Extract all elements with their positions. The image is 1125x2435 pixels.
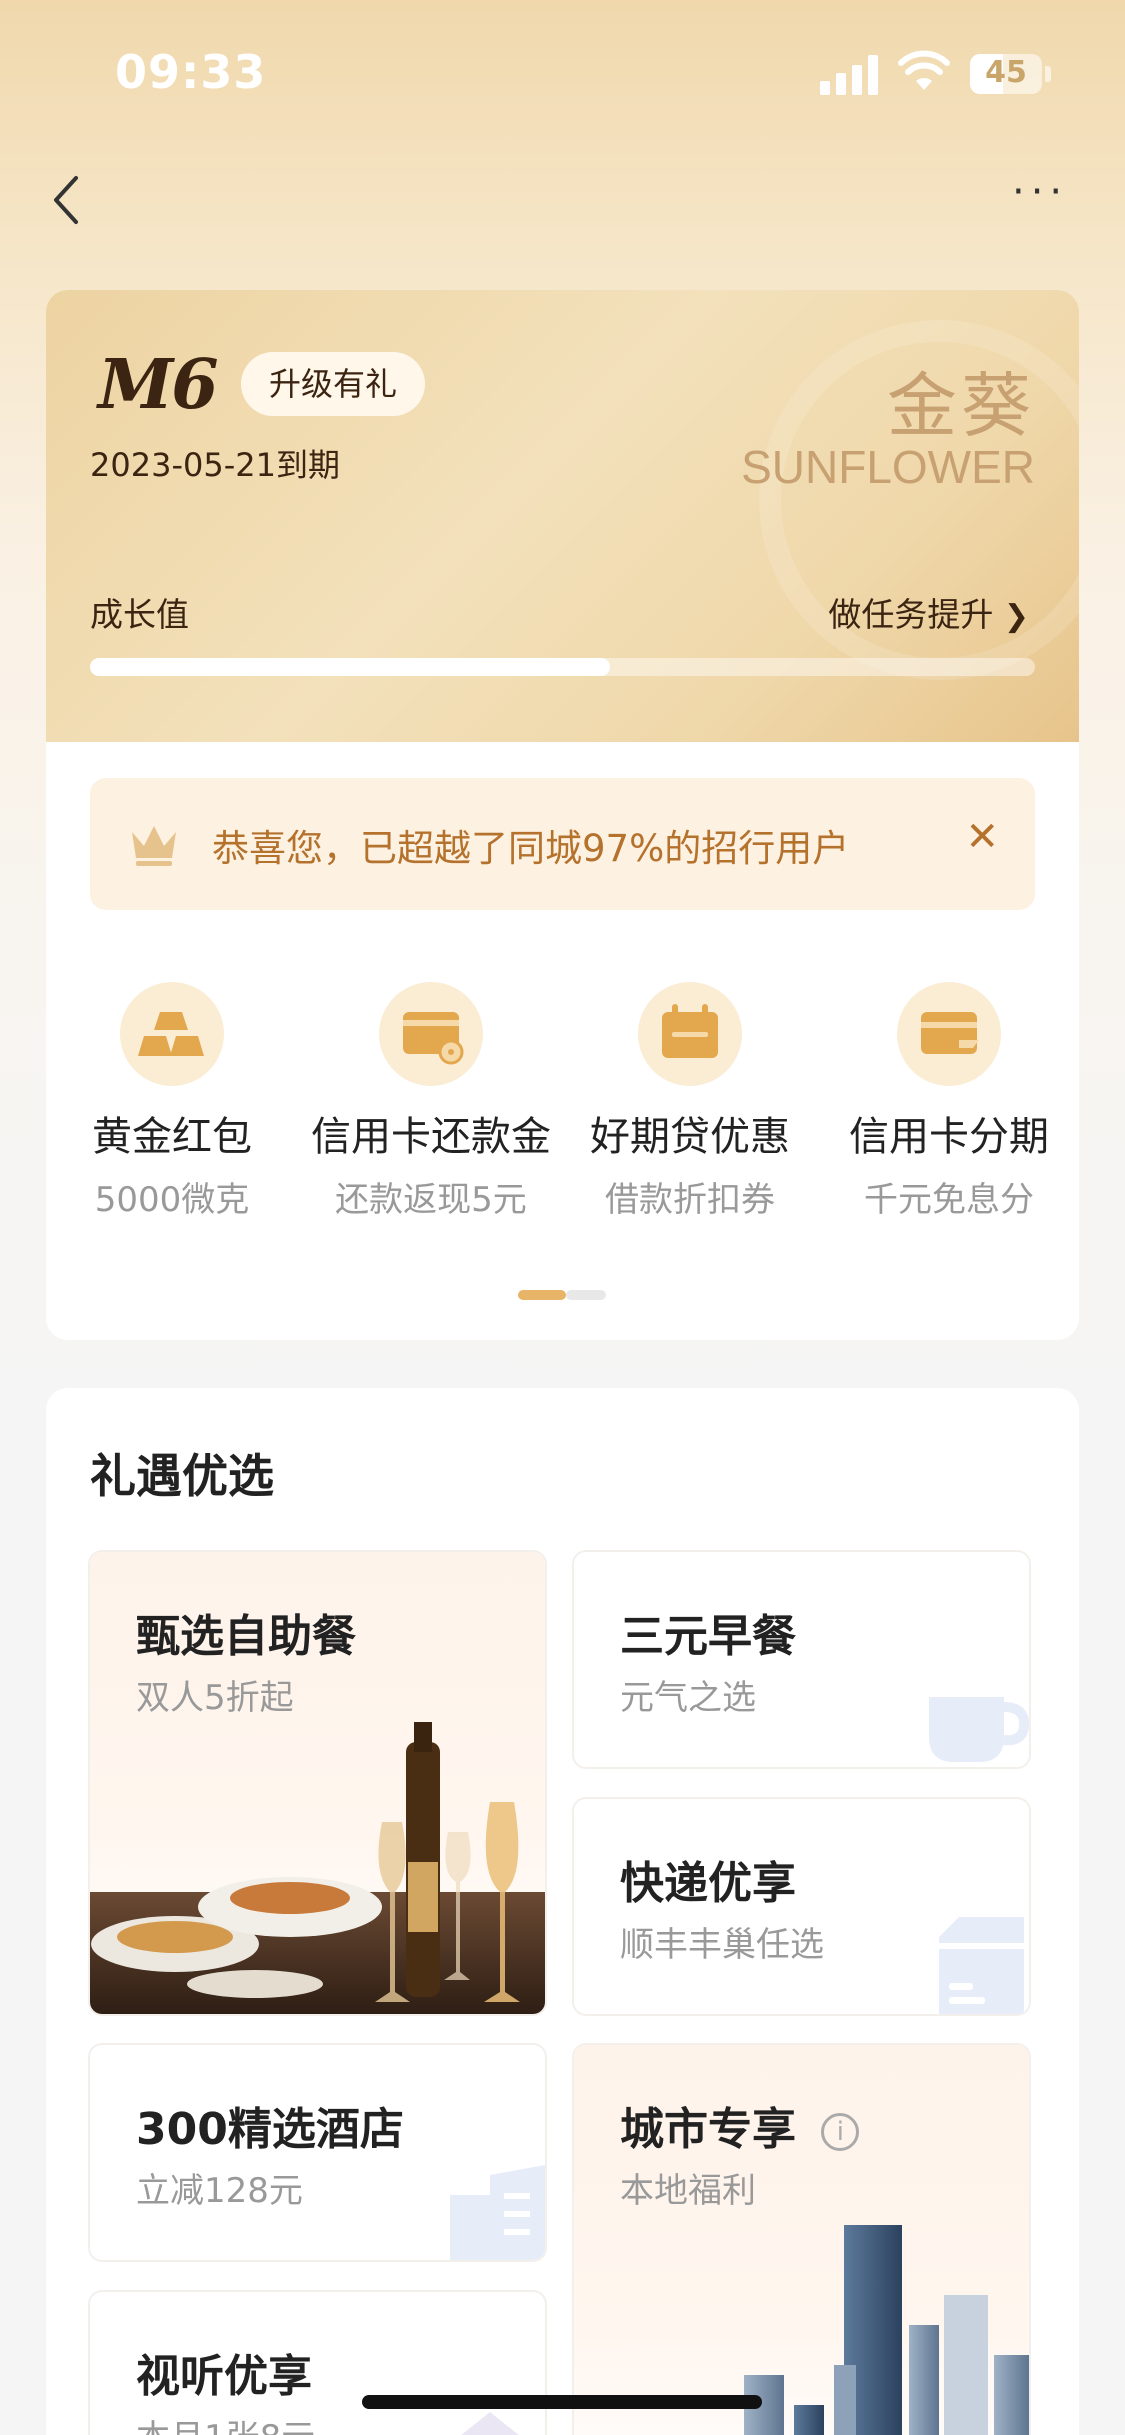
wifi-icon <box>898 50 950 90</box>
battery-level: 45 <box>985 55 1027 90</box>
crown-icon <box>132 826 176 866</box>
growth-progress-bar <box>90 658 1035 676</box>
tile-subtitle: 立减128元 <box>136 2171 303 2211</box>
package-box-icon <box>939 1917 1024 2014</box>
feature-title: 信用卡分期 <box>849 1114 1049 1160</box>
tile-breakfast[interactable]: 三元早餐 元气之选 <box>574 1552 1029 1767</box>
calendar-icon <box>638 982 742 1086</box>
close-icon[interactable]: ✕ <box>965 814 999 860</box>
card-installment-icon <box>897 982 1001 1086</box>
battery-tip <box>1045 66 1051 82</box>
feature-subtitle: 借款折扣券 <box>605 1180 775 1220</box>
status-time: 09:33 <box>115 45 267 99</box>
carousel-indicator <box>518 1290 606 1300</box>
home-indicator <box>362 2395 762 2409</box>
tile-title: 视听优享 <box>136 2351 312 2402</box>
level-badge: M6 <box>98 345 219 425</box>
feature-subtitle: 千元免息分 <box>864 1180 1034 1220</box>
back-arrow-icon[interactable] <box>48 170 88 230</box>
membership-header: M6 升级有礼 2023-05-21到期 金葵 SUNFLOWER 成长值 做任… <box>46 290 1079 742</box>
tile-title: 甄选自助餐 <box>136 1611 356 1662</box>
feature-subtitle: 还款返现5元 <box>335 1180 527 1220</box>
growth-label: 成长值 <box>90 595 189 634</box>
battery-icon: 45 <box>970 54 1042 94</box>
coffee-cup-icon <box>929 1697 1029 1762</box>
tile-av[interactable]: 视听优享 本月1张8元 <box>90 2292 545 2435</box>
rank-notice: 恭喜您，已超越了同城97%的招行用户 ✕ <box>90 778 1035 910</box>
tile-title: 300精选酒店 <box>136 2104 404 2155</box>
tile-city[interactable]: 城市专享 i 本地福利 <box>574 2045 1029 2435</box>
feature-title: 信用卡还款金 <box>311 1114 551 1160</box>
feature-loan-discount[interactable]: 好期贷优惠 借款折扣券 <box>560 982 820 1242</box>
chevron-right-icon: ❯ <box>1003 599 1029 634</box>
feature-title: 黄金红包 <box>92 1114 252 1160</box>
cellular-signal-icon <box>820 55 878 95</box>
do-task-label: 做任务提升 <box>828 595 994 634</box>
tier-name-en: SUNFLOWER <box>741 441 1035 493</box>
upgrade-gift-button[interactable]: 升级有礼 <box>241 352 426 416</box>
feature-gold-red-packet[interactable]: 黄金红包 5000微克 <box>46 982 302 1242</box>
hotel-building-icon <box>450 2165 545 2260</box>
play-icon <box>461 2412 519 2435</box>
tile-title: 快递优享 <box>620 1858 796 1909</box>
tile-express[interactable]: 快递优享 顺丰丰巢任选 <box>574 1799 1029 2014</box>
feature-card-installment[interactable]: 信用卡分期 千元免息分 <box>819 982 1079 1242</box>
city-skyline-image <box>744 2225 1029 2435</box>
membership-card: M6 升级有礼 2023-05-21到期 金葵 SUNFLOWER 成长值 做任… <box>46 290 1079 1340</box>
rank-notice-text: 恭喜您，已超越了同城97%的招行用户 <box>212 827 850 870</box>
tile-buffet[interactable]: 甄选自助餐 双人5折起 <box>90 1552 545 2014</box>
tile-subtitle: 双人5折起 <box>136 1678 294 1718</box>
tile-title: 三元早餐 <box>620 1611 796 1662</box>
buffet-dinner-image <box>90 1722 545 2014</box>
do-task-link[interactable]: 做任务提升 ❯ <box>828 588 1029 636</box>
tile-title-row: 城市专享 i <box>620 2093 860 2157</box>
expire-date: 2023-05-21到期 <box>90 446 340 484</box>
status-bar: 09:33 45 <box>0 0 1125 140</box>
tier-name-cn: 金葵 <box>887 365 1035 447</box>
tile-hotel[interactable]: 300精选酒店 立减128元 <box>90 2045 545 2260</box>
gold-bars-icon <box>120 982 224 1086</box>
growth-progress-fill <box>90 658 610 676</box>
card-cashback-icon <box>379 982 483 1086</box>
feature-title: 好期贷优惠 <box>590 1114 790 1160</box>
feature-subtitle: 5000微克 <box>94 1180 250 1220</box>
tile-subtitle: 本月1张8元 <box>136 2410 315 2435</box>
more-options-icon[interactable]: ··· <box>1012 172 1082 212</box>
section-title: 礼遇优选 <box>90 1449 274 1503</box>
tile-title: 城市专享 <box>620 2104 796 2155</box>
offers-section: 礼遇优选 甄选自助餐 双人5折起 三元早餐 元气之选 快递优享 顺丰丰巢任选 3… <box>46 1388 1079 2435</box>
info-icon[interactable]: i <box>821 2113 860 2151</box>
tile-subtitle: 顺丰丰巢任选 <box>620 1925 824 1965</box>
feature-card-repayment[interactable]: 信用卡还款金 还款返现5元 <box>301 982 561 1242</box>
tile-subtitle: 元气之选 <box>620 1678 756 1718</box>
